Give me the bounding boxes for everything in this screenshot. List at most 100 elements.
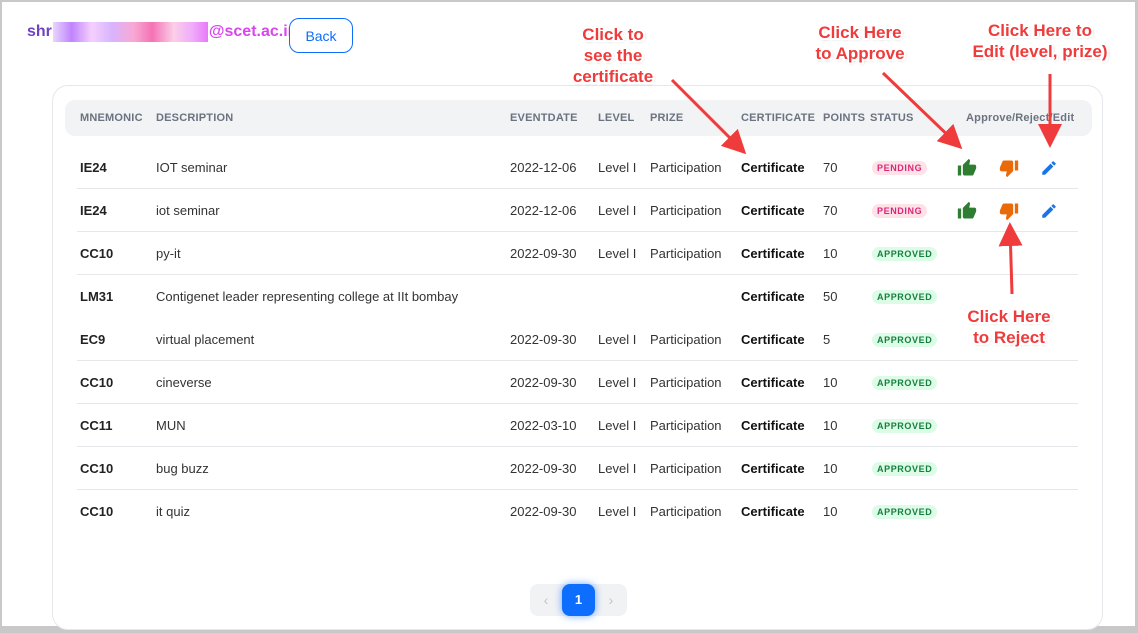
- certificate-link[interactable]: Certificate: [741, 404, 805, 447]
- cell-description: it quiz: [156, 504, 190, 519]
- status-badge: APPROVED: [872, 376, 938, 390]
- col-level: LEVEL: [598, 112, 635, 124]
- cell-mnemonic: EC9: [80, 332, 106, 347]
- email-prefix: shr: [27, 23, 52, 40]
- status-badge: PENDING: [872, 161, 928, 175]
- certificate-link[interactable]: Certificate: [741, 146, 805, 189]
- cell-prize: Participation: [650, 203, 722, 218]
- cell-prize: Participation: [650, 246, 722, 261]
- cell-description: Contigenet leader representing college a…: [156, 289, 459, 304]
- cell-mnemonic: IE24: [80, 160, 107, 175]
- edit-button[interactable]: [1040, 159, 1060, 179]
- certificate-link[interactable]: Certificate: [741, 318, 805, 361]
- cell-description: py-it: [156, 246, 181, 261]
- annotation-certificate: Click to see the certificate: [570, 24, 656, 87]
- status-badge: PENDING: [872, 204, 928, 218]
- col-prize: PRIZE: [650, 112, 684, 124]
- cell-mnemonic: CC11: [80, 418, 113, 433]
- cell-level: Level I: [598, 203, 637, 218]
- certificate-link[interactable]: Certificate: [741, 189, 805, 232]
- cell-prize: Participation: [650, 418, 722, 433]
- annotation-certificate-line: Click to: [582, 25, 644, 44]
- cell-points: 50: [823, 289, 838, 304]
- certificate-link[interactable]: Certificate: [741, 447, 805, 490]
- cell-eventdate: 2022-09-30: [510, 504, 577, 519]
- table-row: IE24 IOT seminar 2022-12-06 Level I Particip…: [77, 146, 1078, 189]
- cell-description: iot seminar: [156, 203, 220, 218]
- cell-eventdate: 2022-09-30: [510, 332, 577, 347]
- pencil-icon: [1040, 204, 1058, 224]
- table-row: CC11 MUN 2022-03-10 Level I Participation Cer…: [77, 404, 1078, 447]
- annotation-certificate-line: see the: [583, 46, 643, 65]
- back-button[interactable]: Back: [289, 18, 353, 53]
- reject-button[interactable]: [999, 201, 1019, 221]
- status-badge: APPROVED: [872, 333, 938, 347]
- cell-level: Level I: [598, 375, 637, 390]
- certificate-link[interactable]: Certificate: [741, 490, 805, 533]
- next-page-button[interactable]: ›: [599, 584, 623, 616]
- annotation-certificate-line: certificate: [572, 67, 654, 86]
- reject-button[interactable]: [999, 158, 1019, 178]
- cell-mnemonic: CC10: [80, 375, 114, 390]
- cell-level: Level I: [598, 504, 637, 519]
- cell-mnemonic: IE24: [80, 203, 107, 218]
- cell-prize: Participation: [650, 375, 722, 390]
- cell-eventdate: 2022-09-30: [510, 246, 577, 261]
- col-eventdate: EVENTDATE: [510, 112, 578, 124]
- cell-description: virtual placement: [156, 332, 255, 347]
- annotation-edit: Click Here to Edit (level, prize): [963, 20, 1117, 62]
- cell-eventdate: 2022-12-06: [510, 160, 577, 175]
- approve-button[interactable]: [957, 201, 977, 221]
- thumbs-down-icon: [999, 203, 1019, 225]
- annotation-edit-line: Edit (level, prize): [972, 42, 1108, 61]
- pencil-icon: [1040, 161, 1058, 181]
- status-badge: APPROVED: [872, 247, 938, 261]
- cell-description: cineverse: [156, 375, 212, 390]
- cell-points: 10: [823, 246, 838, 261]
- cell-mnemonic: CC10: [80, 246, 114, 261]
- edit-button[interactable]: [1040, 202, 1060, 222]
- cell-points: 10: [823, 504, 838, 519]
- page-1-button[interactable]: 1: [562, 584, 595, 616]
- table-row: IE24 iot seminar 2022-12-06 Level I Particip…: [77, 189, 1078, 232]
- cell-level: Level I: [598, 418, 637, 433]
- email-domain: @scet.ac.in: [208, 23, 298, 40]
- certificate-link[interactable]: Certificate: [741, 361, 805, 404]
- cell-eventdate: 2022-09-30: [510, 461, 577, 476]
- prev-page-button[interactable]: ‹: [534, 584, 558, 616]
- cell-description: bug buzz: [156, 461, 209, 476]
- cell-mnemonic: CC10: [80, 504, 114, 519]
- table-header: MNEMONIC DESCRIPTION EVENTDATE LEVEL PRI…: [65, 100, 1092, 136]
- status-badge: APPROVED: [872, 505, 938, 519]
- col-status: STATUS: [870, 112, 914, 124]
- cell-mnemonic: LM31: [80, 289, 114, 304]
- user-email: shr @scet.ac.in: [27, 22, 297, 42]
- table-row: CC10 it quiz 2022-09-30 Level I Participatio…: [77, 490, 1078, 533]
- thumbs-up-icon: [957, 201, 977, 225]
- cell-points: 10: [823, 418, 838, 433]
- approve-button[interactable]: [957, 158, 977, 178]
- annotation-approve-line: to Approve: [815, 44, 905, 63]
- annotation-reject-line: Click Here: [967, 307, 1051, 326]
- cell-points: 70: [823, 160, 838, 175]
- table-row: EC9 virtual placement 2022-09-30 Level I Par…: [77, 318, 1078, 361]
- cell-prize: Participation: [650, 504, 722, 519]
- certificate-link[interactable]: Certificate: [741, 275, 805, 318]
- status-badge: APPROVED: [872, 419, 938, 433]
- cell-points: 10: [823, 461, 838, 476]
- activities-card: MNEMONIC DESCRIPTION EVENTDATE LEVEL PRI…: [52, 85, 1103, 630]
- certificate-link[interactable]: Certificate: [741, 232, 805, 275]
- col-points: POINTS: [823, 112, 866, 124]
- table-row: CC10 bug buzz 2022-09-30 Level I Participati…: [77, 447, 1078, 490]
- col-description: DESCRIPTION: [156, 112, 234, 124]
- pagination: ‹ 1 ›: [530, 584, 627, 616]
- cell-description: MUN: [156, 418, 186, 433]
- cell-prize: Participation: [650, 461, 722, 476]
- cell-level: Level I: [598, 246, 637, 261]
- cell-level: Level I: [598, 461, 637, 476]
- cell-eventdate: 2022-09-30: [510, 375, 577, 390]
- cell-description: IOT seminar: [156, 160, 228, 175]
- cell-level: Level I: [598, 332, 637, 347]
- annotation-approve: Click Here to Approve: [805, 22, 915, 64]
- cell-level: Level I: [598, 160, 637, 175]
